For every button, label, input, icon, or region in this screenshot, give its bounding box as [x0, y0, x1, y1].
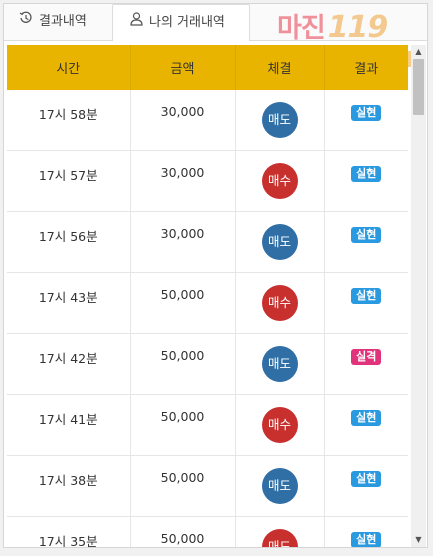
table-row: 17시 35분 50,000 매도 실현	[7, 516, 408, 547]
row-time: 17시 57분	[38, 168, 98, 183]
result-badge: 실현	[351, 471, 382, 487]
sell-badge: 매도	[261, 468, 298, 504]
result-badge: 실현	[351, 532, 382, 547]
buy-badge: 매수	[261, 285, 298, 321]
buy-badge: 매수	[261, 163, 298, 199]
row-time: 17시 42분	[38, 351, 98, 366]
row-time: 17시 38분	[38, 473, 98, 488]
tab-my-trades[interactable]: 나의 거래내역	[112, 4, 250, 41]
row-time: 17시 58분	[38, 107, 98, 122]
tab-my-trades-label: 나의 거래내역	[149, 15, 225, 30]
scroll-down-icon[interactable]: ▼	[411, 533, 426, 547]
table-row: 17시 43분 50,000 매수 실현	[7, 272, 408, 334]
row-time: 17시 43분	[38, 290, 98, 305]
header-execution: 체결	[235, 45, 325, 90]
result-badge: 실격	[351, 349, 382, 365]
table-row: 17시 57분 30,000 매수 실현	[7, 150, 408, 212]
row-amount: 50,000	[160, 531, 205, 546]
result-badge: 실현	[351, 410, 382, 426]
sell-badge: 매도	[261, 224, 298, 260]
tab-bar: 결과내역 나의 거래내역	[4, 4, 427, 41]
table-row: 17시 41분 50,000 매수 실현	[7, 394, 408, 456]
tab-results-label: 결과내역	[39, 14, 87, 29]
table-row: 17시 58분 30,000 매도 실현	[7, 90, 408, 151]
buy-badge: 매도	[261, 529, 298, 547]
tab-results[interactable]: 결과내역	[12, 4, 112, 40]
header-result: 결과	[324, 45, 408, 90]
row-amount: 30,000	[160, 165, 205, 180]
result-badge: 실현	[351, 288, 382, 304]
table-container: 시간 금액 체결 결과 17시 58분 30,000 매도 실현 17시 57분…	[7, 45, 408, 547]
result-badge: 실현	[351, 105, 382, 121]
row-time: 17시 35분	[38, 534, 98, 547]
table-header-row: 시간 금액 체결 결과	[7, 45, 408, 90]
result-badge: 실현	[351, 166, 382, 182]
result-badge: 실현	[351, 227, 382, 243]
table-row: 17시 38분 50,000 매도 실현	[7, 455, 408, 517]
row-amount: 50,000	[160, 348, 205, 363]
table-row: 17시 56분 30,000 매도 실현	[7, 211, 408, 273]
row-amount: 30,000	[160, 104, 205, 119]
header-amount: 금액	[130, 45, 236, 90]
row-amount: 50,000	[160, 287, 205, 302]
history-icon	[19, 4, 33, 40]
row-time: 17시 41분	[38, 412, 98, 427]
vertical-scrollbar[interactable]: ▲ ▼	[411, 45, 426, 547]
sell-badge: 매도	[261, 102, 298, 138]
scroll-up-icon[interactable]: ▲	[411, 45, 426, 59]
trade-table: 시간 금액 체결 결과 17시 58분 30,000 매도 실현 17시 57분…	[7, 45, 408, 547]
buy-badge: 매수	[261, 407, 298, 443]
row-amount: 50,000	[160, 470, 205, 485]
row-time: 17시 56분	[38, 229, 98, 244]
user-icon	[130, 5, 143, 41]
row-amount: 30,000	[160, 226, 205, 241]
trade-history-panel: 결과내역 나의 거래내역 마진119 마진거래 검증전문 커뮤니티 시간 금액 …	[3, 3, 428, 548]
table-row: 17시 42분 50,000 매도 실격	[7, 333, 408, 395]
scroll-thumb[interactable]	[413, 59, 424, 115]
sell-badge: 매도	[261, 346, 298, 382]
header-time: 시간	[7, 45, 131, 90]
row-amount: 50,000	[160, 409, 205, 424]
